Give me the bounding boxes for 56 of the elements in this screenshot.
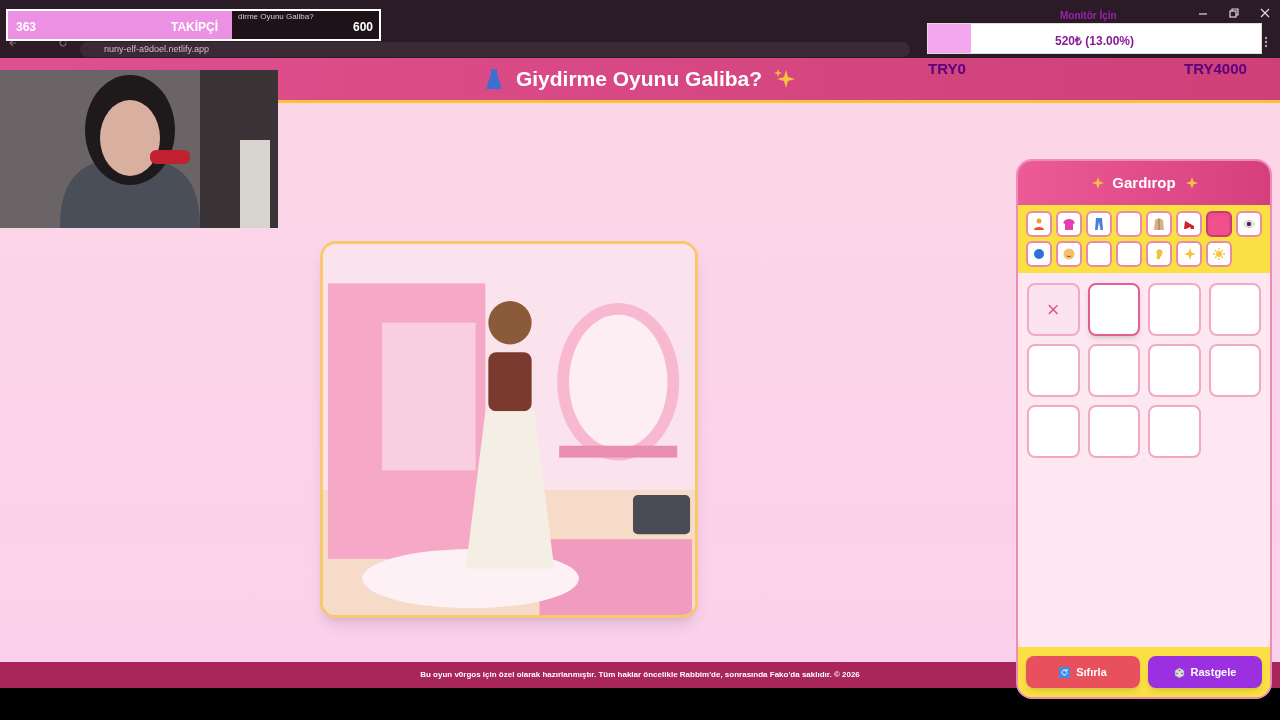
reset-button[interactable]: Sıfırla xyxy=(1026,656,1140,688)
follower-count: 363 xyxy=(16,19,37,36)
category-tab[interactable] xyxy=(1026,211,1052,237)
item-slot[interactable] xyxy=(1087,283,1140,336)
person-icon xyxy=(1032,217,1046,231)
dice-icon xyxy=(1173,666,1185,678)
category-tab[interactable] xyxy=(1176,211,1202,237)
item-slot[interactable] xyxy=(1208,344,1261,397)
category-tab[interactable] xyxy=(1146,241,1172,267)
random-button[interactable]: Rastgele xyxy=(1148,656,1262,688)
refresh-icon xyxy=(1059,666,1071,678)
category-tab[interactable] xyxy=(1206,211,1232,237)
shirt-icon xyxy=(1062,217,1076,231)
item-slot[interactable] xyxy=(1208,283,1261,336)
item-slot[interactable] xyxy=(1087,405,1140,458)
item-slot[interactable] xyxy=(1148,405,1201,458)
restore-icon[interactable] xyxy=(1229,8,1239,18)
jeans-icon xyxy=(1092,217,1106,231)
item-slot[interactable] xyxy=(1148,344,1201,397)
footer-text: Bu oyun v0rgos için özel olarak hazırlanmıştır. Tüm haklar öncelikle Rabbim'de, sonrasında Fako'da saklıdır. © 2026 xyxy=(420,669,860,681)
category-tab[interactable] xyxy=(1086,211,1112,237)
sun-icon xyxy=(1212,247,1226,261)
item-slot[interactable] xyxy=(1027,344,1080,397)
goal-target: 600 xyxy=(352,19,373,36)
goal-label: TAKİPÇİ xyxy=(171,19,219,36)
tab-title[interactable]: dirme Oyunu Galiba? xyxy=(238,11,314,23)
category-tab[interactable] xyxy=(1116,241,1142,267)
category-tab[interactable] xyxy=(1056,241,1082,267)
category-tab[interactable] xyxy=(1026,241,1052,267)
dress-icon xyxy=(483,68,504,90)
none-option-button[interactable]: × xyxy=(1027,283,1080,336)
item-slot[interactable] xyxy=(1148,283,1201,336)
category-tab[interactable] xyxy=(1236,211,1262,237)
page-title: Giydirme Oyunu Galiba? xyxy=(515,66,763,93)
address-bar[interactable]: nuny-elf-a9doel.netlify.app xyxy=(80,42,910,57)
goal-max-label: TRY4000 xyxy=(1184,59,1247,79)
category-tab[interactable] xyxy=(1176,241,1202,267)
donation-goal-title: Monitör İçin xyxy=(1060,8,1117,23)
panel-title: Gardırop xyxy=(1112,172,1176,193)
category-tab[interactable] xyxy=(1116,211,1142,237)
item-slot[interactable] xyxy=(1087,344,1140,397)
ball-icon xyxy=(1032,247,1046,261)
category-tab[interactable] xyxy=(1206,241,1232,267)
category-tab[interactable] xyxy=(1086,241,1112,267)
url-text: nuny-elf-a9doel.netlify.app xyxy=(104,42,209,56)
item-slot[interactable] xyxy=(1027,405,1080,458)
eye-icon xyxy=(1242,217,1256,231)
jacket-icon xyxy=(1152,217,1166,231)
close-icon[interactable] xyxy=(1260,8,1270,18)
reload-icon[interactable] xyxy=(58,38,68,48)
category-tab[interactable] xyxy=(1146,211,1172,237)
category-tab[interactable] xyxy=(1056,211,1082,237)
goal-min-label: TRY0 xyxy=(928,59,966,79)
face-icon xyxy=(1062,247,1076,261)
donation-reading: 520₺ (13.00%) xyxy=(1053,33,1135,50)
more-menu-icon[interactable] xyxy=(1264,36,1268,48)
